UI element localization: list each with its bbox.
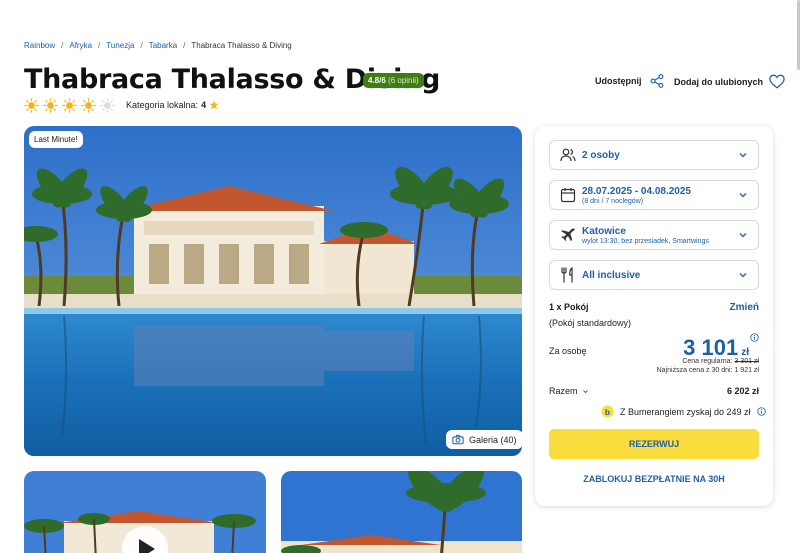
chevron-down-icon bbox=[739, 233, 747, 238]
rating-value: 4.8/6 bbox=[368, 76, 386, 85]
dates-value: 28.07.2025 - 04.08.2025 bbox=[582, 185, 691, 197]
favourite-label: Dodaj do ulubionych bbox=[674, 76, 763, 87]
breadcrumb: Rainbow / Afryka / Tunezja / Tabarka / T… bbox=[24, 41, 292, 50]
breadcrumb-link-tunezja[interactable]: Tunezja bbox=[106, 41, 134, 50]
heart-icon bbox=[769, 74, 785, 89]
breadcrumb-current: Thabraca Thalasso & Diving bbox=[191, 41, 292, 50]
room-type: (Pokój standardowy) bbox=[549, 318, 632, 328]
share-button[interactable]: Udostępnij bbox=[595, 74, 664, 88]
favourite-button[interactable]: Dodaj do ulubionych bbox=[674, 74, 785, 89]
room-row: 1 x Pokój Zmień bbox=[549, 302, 759, 313]
departure-sub: wylot 13:30, bez przesiadek, Smartwings bbox=[582, 237, 709, 245]
star-icon bbox=[209, 100, 219, 110]
breadcrumb-link-afryka[interactable]: Afryka bbox=[69, 41, 92, 50]
gallery-button-label: Galeria (40) bbox=[469, 434, 517, 445]
bumerang-logo-icon: b bbox=[601, 405, 614, 418]
board-select[interactable]: All inclusive bbox=[549, 260, 759, 290]
chevron-down-icon bbox=[739, 193, 747, 198]
local-category: Kategoria lokalna: 4 bbox=[126, 100, 219, 110]
last-minute-badge: Last Minute! bbox=[29, 131, 83, 148]
chevron-down-icon bbox=[739, 153, 747, 158]
total-value: 6 202 zł bbox=[726, 386, 759, 396]
total-toggle[interactable]: Razem bbox=[549, 386, 589, 396]
persons-value: 2 osoby bbox=[582, 149, 620, 161]
sun-icon bbox=[62, 98, 77, 113]
rating-reviews: (6 opinii) bbox=[388, 76, 419, 85]
departure-value: Katowice bbox=[582, 225, 626, 237]
persons-icon bbox=[560, 148, 576, 162]
bumerang-text: Z Bumerangiem zyskaj do 249 zł bbox=[620, 406, 751, 417]
book-button[interactable]: REZERWUJ bbox=[549, 429, 759, 459]
dates-select[interactable]: 28.07.2025 - 04.08.2025 (8 dni / 7 nocle… bbox=[549, 180, 759, 210]
breadcrumb-link-tabarka[interactable]: Tabarka bbox=[149, 41, 177, 50]
info-icon[interactable] bbox=[750, 333, 759, 342]
lowest-price-value: 1 921 zł bbox=[734, 367, 759, 374]
hotel-pool-image bbox=[24, 126, 522, 456]
chevron-down-icon bbox=[739, 273, 747, 278]
dates-sub: (8 dni / 7 noclegów) bbox=[582, 197, 644, 205]
rating-badge[interactable]: 4.8/6 (6 opinii) bbox=[363, 73, 424, 88]
sun-icon bbox=[24, 98, 39, 113]
breadcrumb-separator: / bbox=[183, 41, 186, 50]
sun-rating bbox=[24, 98, 115, 113]
price-currency: zł bbox=[741, 347, 749, 358]
thumbnail-video[interactable] bbox=[24, 471, 266, 553]
per-person-label: Za osobę bbox=[549, 346, 587, 356]
board-value: All inclusive bbox=[582, 269, 641, 281]
local-category-value: 4 bbox=[201, 100, 207, 110]
lowest-price: Najniższa cena z 30 dni: 1 921 zł bbox=[657, 367, 759, 374]
regular-price-value: 3 301 zł bbox=[734, 358, 759, 365]
plane-icon bbox=[561, 228, 575, 242]
camera-icon bbox=[452, 434, 464, 445]
sun-empty-icon bbox=[100, 98, 115, 113]
chevron-down-icon bbox=[582, 389, 588, 393]
change-room-link[interactable]: Zmień bbox=[730, 302, 759, 313]
breadcrumb-separator: / bbox=[98, 41, 101, 50]
info-icon[interactable] bbox=[756, 407, 766, 416]
regular-price: Cena regularna: 3 301 zł bbox=[682, 358, 759, 365]
block-free-button[interactable]: ZABLOKUJ BEZPŁATNIE NA 30H bbox=[549, 469, 759, 489]
calendar-icon bbox=[560, 188, 576, 203]
gallery-button[interactable]: Galeria (40) bbox=[446, 430, 523, 449]
local-category-label: Kategoria lokalna: bbox=[126, 100, 199, 110]
departure-select[interactable]: Katowice wylot 13:30, bez przesiadek, Sm… bbox=[549, 220, 759, 250]
hotel-thumbnail-image bbox=[281, 471, 522, 553]
total-row: Razem 6 202 zł bbox=[549, 386, 759, 396]
regular-price-label: Cena regularna: bbox=[682, 358, 733, 365]
share-icon bbox=[650, 74, 663, 88]
thumbnail-photo[interactable] bbox=[281, 471, 522, 553]
lowest-price-label: Najniższa cena z 30 dni: bbox=[656, 367, 733, 374]
bumerang-info: b Z Bumerangiem zyskaj do 249 zł bbox=[601, 405, 766, 418]
breadcrumb-separator: / bbox=[140, 41, 143, 50]
sun-icon bbox=[43, 98, 58, 113]
cutlery-icon bbox=[561, 267, 573, 283]
svg-text:b: b bbox=[605, 407, 610, 417]
main-photo[interactable] bbox=[24, 126, 522, 456]
breadcrumb-link-rainbow[interactable]: Rainbow bbox=[24, 41, 55, 50]
sun-icon bbox=[81, 98, 96, 113]
booking-panel: 2 osoby 28.07.2025 - 04.08.2025 (8 dni /… bbox=[535, 126, 773, 506]
persons-select[interactable]: 2 osoby bbox=[549, 140, 759, 170]
breadcrumb-separator: / bbox=[61, 41, 64, 50]
share-label: Udostępnij bbox=[595, 76, 642, 86]
total-label: Razem bbox=[549, 386, 578, 396]
hotel-thumbnail-image bbox=[24, 471, 266, 553]
room-count: 1 x Pokój bbox=[549, 302, 589, 312]
